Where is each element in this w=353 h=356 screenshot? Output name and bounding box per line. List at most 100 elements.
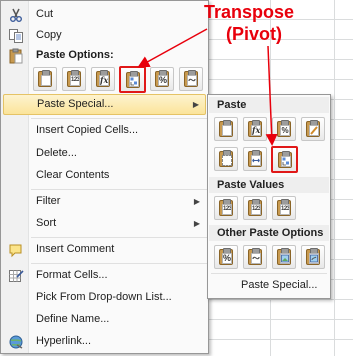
values-text: 123 [70,75,80,86]
menu-item-hyperlink[interactable]: Hyperlink... [3,332,206,353]
menu-item-sort[interactable]: Sort ▶ [3,214,206,235]
pick-list-label: Pick From Drop-down List... [36,291,172,303]
insert-comment-label: Insert Comment [36,243,115,255]
paste-values-button[interactable]: 123 [62,67,86,91]
menu-item-insert-copied-cells[interactable]: Insert Copied Cells... [3,121,206,142]
formatting-clipboard-icon: % [155,70,169,87]
hyperlink-globe-icon [8,334,24,350]
separator [31,237,207,238]
menu-item-format-cells[interactable]: Format Cells... [3,266,206,287]
separator [31,118,207,119]
column-widths-clipboard-icon [248,150,262,167]
paste-section-title: Paste [209,97,329,113]
paste-transpose-button[interactable] [119,66,146,93]
sub-paste-formulas-button[interactable]: fx [243,117,267,141]
cut-label: Cut [36,8,54,20]
other-paste-options-title: Other Paste Options [209,225,329,241]
values-brush-clipboard-icon: 123 [277,199,291,216]
sub-values-number-formatting-button[interactable]: 123 [243,196,267,220]
formulas-clipboard-icon: fx [248,120,262,137]
menu-item-cut[interactable]: Cut [3,5,206,26]
formulas-text: fx [99,75,109,86]
sub-paste-keep-column-widths-button[interactable] [243,147,267,171]
percent-fx-clipboard-icon: % [277,120,291,137]
menu-item-filter[interactable]: Filter ▶ [3,192,206,213]
formatting-text: % [158,75,168,86]
annotation-transpose: Transpose [204,2,295,22]
format-cells-label: Format Cells... [36,269,108,281]
sub-picture-button[interactable] [272,245,296,269]
separator [31,263,207,264]
linked-picture-clipboard-icon [306,248,320,265]
separator [31,189,207,190]
transpose-clipboard-icon [126,71,140,88]
menu-item-paste-special[interactable]: Paste Special... ▶ [3,94,206,115]
submenu-arrow-icon: ▶ [192,100,199,109]
paste-formatting-button[interactable]: % [150,67,174,91]
paste-link-button[interactable] [179,67,203,91]
sub-paste-keep-source-formatting-button[interactable] [301,117,325,141]
delete-label: Delete... [36,147,77,159]
brush-clipboard-icon [306,120,320,137]
formulas-clipboard-icon: fx [96,70,110,87]
clear-contents-label: Clear Contents [36,169,110,181]
link-clipboard-icon [184,70,198,87]
annotation-pivot: (Pivot) [226,24,282,44]
values-text: 123 [222,204,232,215]
menu-item-delete[interactable]: Delete... [3,144,206,165]
values-clipboard-icon: 123 [67,70,81,87]
paste-button[interactable] [33,67,57,91]
sub-paste-special-label: Paste Special... [241,279,318,291]
percent-text: % [280,125,290,136]
sub-paste-special-item[interactable]: Paste Special... [211,276,327,297]
percent-text: % [222,253,232,264]
scissors-icon [8,7,24,23]
sort-label: Sort [36,217,57,229]
sub-values-button[interactable]: 123 [214,196,238,220]
paste-options-header: Paste Options: [3,46,206,67]
hyperlink-label: Hyperlink... [36,335,92,347]
submenu-arrow-icon: ▶ [193,197,200,206]
format-cells-icon [8,268,24,284]
clipboard-icon [219,120,233,137]
sub-values-source-formatting-button[interactable]: 123 [272,196,296,220]
sub-linked-picture-button[interactable] [301,245,325,269]
menu-item-insert-comment[interactable]: Insert Comment [3,240,206,261]
menu-item-clear-contents[interactable]: Clear Contents [3,166,206,187]
paste-values-section-title: Paste Values [209,177,329,193]
transpose-clipboard-icon [278,151,292,168]
no-borders-clipboard-icon [219,150,233,167]
menu-item-copy[interactable]: Copy [3,26,206,47]
paste-options-label: Paste Options: [36,49,114,61]
separator [211,273,327,274]
formulas-text: fx [251,125,261,136]
sub-paste-link-button[interactable] [243,245,267,269]
copy-icon [8,28,24,44]
paste-clipboard-icon [38,70,52,87]
filter-label: Filter [36,195,61,207]
clipboard-icon [8,48,24,64]
sub-paste-button[interactable] [214,117,238,141]
define-name-label: Define Name... [36,313,110,325]
values-clipboard-icon: 123 [219,199,233,216]
paste-special-label: Paste Special... [37,98,114,110]
percent-clipboard-icon: % [219,248,233,265]
sub-paste-transpose-button[interactable] [271,146,298,173]
values-text: 123 [280,204,290,215]
insert-copied-label: Insert Copied Cells... [36,124,139,136]
sub-formatting-button[interactable]: % [214,245,238,269]
paste-formulas-button[interactable]: fx [91,67,115,91]
values-text: 123 [251,204,261,215]
menu-item-pick-from-list[interactable]: Pick From Drop-down List... [3,288,206,309]
values-percent-clipboard-icon: 123 [248,199,262,216]
context-menu: Cut Copy Paste Options: 123 fx % Paste S… [0,0,209,354]
sub-paste-formulas-number-formatting-button[interactable]: % [272,117,296,141]
link-clipboard-icon [248,248,262,265]
paste-special-submenu: Paste fx % Paste Values 123 123 123 Othe… [207,94,331,299]
comment-icon [8,242,24,258]
submenu-arrow-icon: ▶ [193,219,200,228]
menu-item-define-name[interactable]: Define Name... [3,310,206,331]
copy-label: Copy [36,29,62,41]
picture-clipboard-icon [277,248,291,265]
sub-paste-no-borders-button[interactable] [214,147,238,171]
